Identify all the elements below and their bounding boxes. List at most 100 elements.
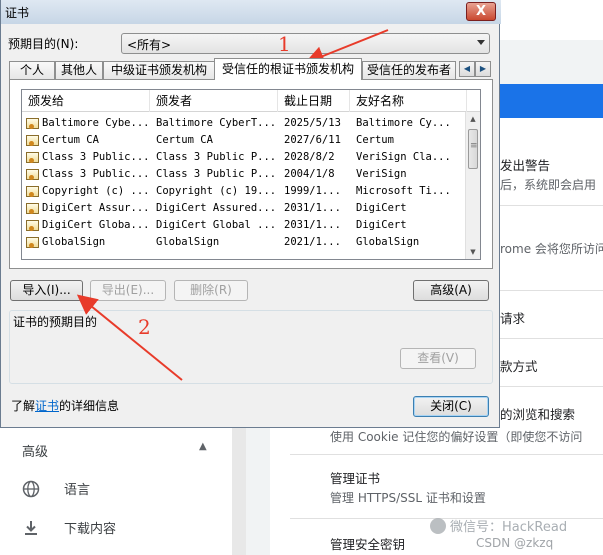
cell-friendly: DigiCert (356, 219, 407, 231)
scroll-down-icon[interactable]: ▼ (466, 245, 480, 259)
cell-expires: 1999/1... (284, 185, 341, 197)
table-row[interactable]: Certum CA Certum CA 2027/6/11 Certum (22, 132, 467, 149)
cell-issued-to: Class 3 Public... (42, 151, 150, 163)
purposes-group-label: 证书的预期目的 (11, 313, 100, 330)
cell-friendly: DigiCert (356, 202, 407, 214)
cell-issued-by: Class 3 Public P... (156, 151, 274, 163)
collapse-triangle-icon[interactable]: ▲ (199, 441, 207, 452)
cell-issued-to: DigiCert Globa... (42, 219, 150, 231)
chrome-blue-header (500, 84, 603, 118)
cell-issued-by: Certum CA (156, 134, 213, 146)
tab-trusted-root-ca[interactable]: 受信任的根证书颁发机构 (214, 58, 362, 80)
cell-friendly: Baltimore Cy... (356, 117, 451, 129)
table-row[interactable]: Class 3 Public... Class 3 Public P... 2028… (22, 149, 467, 166)
tab-label: 中级证书颁发机构 (110, 63, 207, 77)
scroll-up-icon[interactable]: ▲ (466, 112, 480, 127)
tab-panel: 颁发给 颁发者 截止日期 友好名称 Baltimore Cybe... Balti… (9, 79, 493, 269)
column-expiration[interactable]: 截止日期 (278, 90, 350, 112)
column-friendly-name[interactable]: 友好名称 (350, 90, 467, 112)
cell-expires: 2031/1... (284, 202, 341, 214)
cell-issued-to: DigiCert Assur... (42, 202, 150, 214)
learn-more-suffix: 的详细信息 (59, 399, 120, 413)
watermark-csdn: CSDN @zkzq (476, 536, 554, 550)
table-row[interactable]: DigiCert Globa... DigiCert Global ... 2031… (22, 217, 467, 234)
divider (290, 454, 603, 455)
certificate-icon (26, 186, 39, 197)
chevron-left-icon: ◀ (463, 64, 471, 73)
tab-label: 个人 (19, 63, 44, 77)
annotation-number-1: 1 (278, 32, 291, 56)
cell-issued-to: Copyright (c) ... (42, 185, 150, 197)
cell-issued-by: DigiCert Assured... (156, 202, 274, 214)
advanced-button[interactable]: 高级(A) (413, 280, 489, 301)
download-icon (22, 519, 40, 537)
cell-friendly: VeriSign Cla... (356, 151, 451, 163)
export-button[interactable]: 导出(E)... (90, 280, 166, 301)
setting-sub-manage-certs: 管理 HTTPS/SSL 证书和设置 (330, 491, 486, 505)
setting-sub-warning: 后，系统即会启用 (500, 178, 597, 192)
column-issued-to[interactable]: 颁发给 (22, 90, 150, 112)
watermark-text: 微信号：HackRead (450, 520, 568, 535)
cell-issued-to: Certum CA (42, 134, 99, 146)
scroll-thumb[interactable] (468, 129, 478, 169)
setting-title-browsing[interactable]: 的浏览和搜索 (500, 404, 575, 423)
certificate-list[interactable]: 颁发给 颁发者 截止日期 友好名称 Baltimore Cybe... Balti… (21, 89, 481, 260)
column-issued-by[interactable]: 颁发者 (150, 90, 278, 112)
nav-item-language[interactable]: 语言 (22, 479, 90, 498)
setting-title-payment[interactable]: 款方式 (500, 356, 538, 375)
purpose-label: 预期目的(N): (8, 37, 79, 51)
left-nav-scrollbar[interactable] (232, 428, 246, 555)
setting-title-manage-certs[interactable]: 管理证书 (330, 468, 380, 487)
chevron-down-icon (477, 40, 485, 45)
tab-scroll-left-button[interactable]: ◀ (459, 61, 475, 77)
certificate-icon (26, 152, 39, 163)
cell-issued-by: Copyright (c) 19... (156, 185, 274, 197)
tab-other-people[interactable]: 其他人 (55, 61, 103, 79)
certificate-icon (26, 135, 39, 146)
table-row[interactable]: DigiCert Assur... DigiCert Assured... 2031… (22, 200, 467, 217)
remove-button[interactable]: 删除(R) (174, 280, 248, 301)
cell-issued-by: DigiCert Global ... (156, 219, 274, 231)
cell-issued-to: Baltimore Cybe... (42, 117, 150, 129)
tab-label: 受信任的根证书颁发机构 (221, 62, 354, 76)
certificate-icon (26, 118, 39, 129)
purpose-select[interactable]: <所有> (121, 33, 490, 54)
certificates-help-link[interactable]: 证书 (35, 399, 59, 413)
list-header: 颁发给 颁发者 截止日期 友好名称 (22, 90, 480, 112)
chrome-top-strip (500, 0, 603, 40)
table-row[interactable]: Baltimore Cybe... Baltimore CyberT... 2025… (22, 115, 467, 132)
tab-personal[interactable]: 个人 (9, 61, 55, 79)
certificate-icon (26, 169, 39, 180)
certificates-dialog: 证书 X 预期目的(N): <所有> 个人 其他人 中级证书颁发机构 受信任的根… (0, 0, 501, 428)
annotation-number-2: 2 (138, 315, 151, 339)
list-vertical-scrollbar[interactable]: ▲ ▼ (465, 112, 480, 259)
cell-friendly: Certum (356, 134, 394, 146)
tab-intermediate-ca[interactable]: 中级证书颁发机构 (103, 61, 215, 79)
setting-title-security-keys[interactable]: 管理安全密钥 (330, 534, 405, 553)
tab-trusted-publishers[interactable]: 受信任的发布者 (362, 61, 456, 79)
certificate-icon (26, 220, 39, 231)
title-close-button[interactable]: X (466, 2, 496, 21)
table-row[interactable]: Class 3 Public... Class 3 Public P... 2004… (22, 166, 467, 183)
tab-scroll-right-button[interactable]: ▶ (475, 61, 491, 77)
setting-title-request[interactable]: 请求 (500, 308, 525, 327)
cell-expires: 2028/8/2 (284, 151, 335, 163)
dialog-title: 证书 (5, 6, 30, 20)
wechat-icon (430, 518, 446, 534)
nav-item-downloads[interactable]: 下载内容 (22, 518, 116, 537)
globe-icon (22, 480, 40, 498)
cell-expires: 2031/1... (284, 219, 341, 231)
nav-section-advanced[interactable]: 高级 (22, 441, 48, 460)
cell-expires: 2025/5/13 (284, 117, 341, 129)
close-button[interactable]: 关闭(C) (413, 396, 489, 417)
view-button[interactable]: 查看(V) (400, 348, 476, 369)
cell-expires: 2004/1/8 (284, 168, 335, 180)
setting-title-warning: 发出警告 (500, 158, 551, 173)
nav-item-label: 语言 (64, 483, 91, 498)
import-button[interactable]: 导入(I)... (10, 280, 83, 301)
table-row[interactable]: GlobalSign GlobalSign 2021/1... GlobalSign (22, 234, 467, 251)
title-bar[interactable]: 证书 X (1, 0, 501, 24)
table-row[interactable]: Copyright (c) ... Copyright (c) 19... 1999… (22, 183, 467, 200)
cell-expires: 2027/6/11 (284, 134, 341, 146)
watermark: 微信号：HackRead (430, 516, 567, 535)
